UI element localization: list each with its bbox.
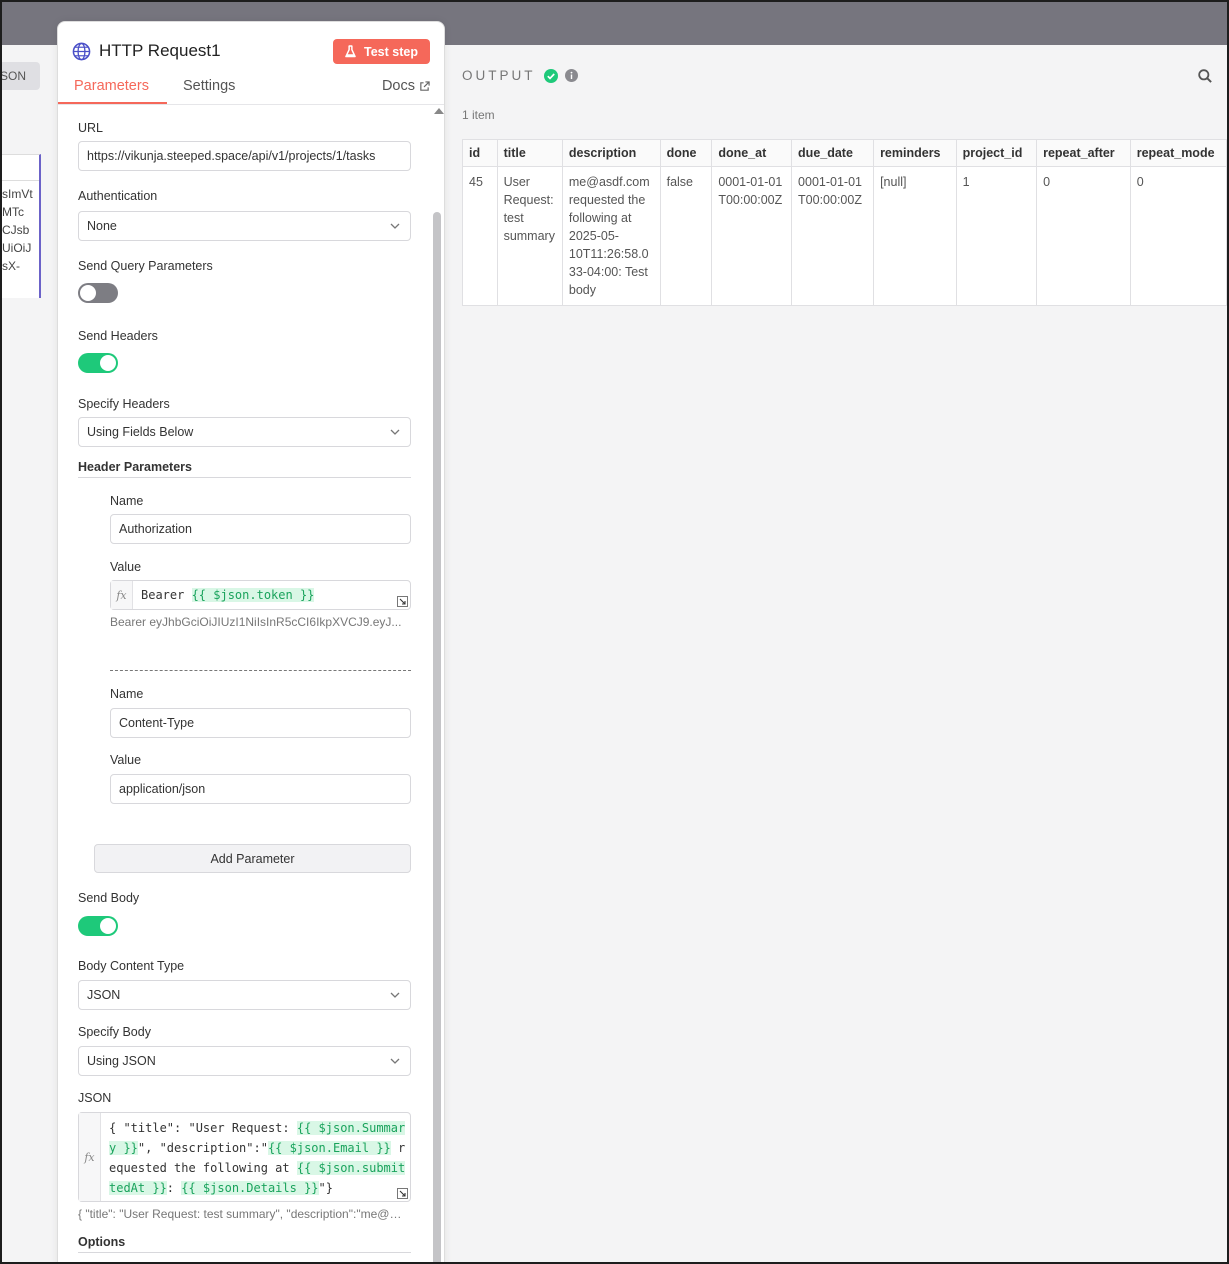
- table-row: 45 User Request: test summary me@asdf.co…: [462, 166, 1227, 306]
- input-table-header: [2, 155, 39, 181]
- test-step-button[interactable]: Test step: [333, 39, 430, 64]
- send-query-toggle[interactable]: [78, 283, 118, 303]
- tabs-divider: [58, 104, 444, 105]
- send-query-label: Send Query Parameters: [78, 259, 213, 273]
- node-title[interactable]: HTTP Request1: [99, 41, 221, 61]
- json-body-code: { "title": "User Request: {{ $json.Summa…: [109, 1121, 406, 1195]
- header-value-label: Value: [110, 753, 142, 767]
- json-body-expression[interactable]: fx { "title": "User Request: {{ $json.Su…: [78, 1112, 411, 1202]
- expand-icon[interactable]: [397, 1188, 408, 1199]
- table-cell: 1: [955, 166, 1038, 306]
- output-item-count: 1 item: [462, 108, 495, 122]
- tab-parameters[interactable]: Parameters: [74, 78, 149, 94]
- send-body-toggle[interactable]: [78, 916, 118, 936]
- header-value-input[interactable]: application/json: [110, 774, 411, 804]
- flask-icon: [345, 45, 356, 58]
- external-link-icon: [420, 80, 430, 91]
- body-content-type-select[interactable]: JSON: [78, 980, 411, 1010]
- column-header: project_id: [955, 139, 1038, 167]
- options-divider: [78, 1252, 411, 1253]
- authentication-label: Authentication: [78, 189, 158, 203]
- info-icon[interactable]: [564, 69, 578, 82]
- header-name-input[interactable]: Authorization: [110, 514, 411, 544]
- add-parameter-button[interactable]: Add Parameter: [94, 844, 411, 873]
- header-value-label: Value: [110, 560, 142, 574]
- header-parameters-divider: [78, 477, 411, 478]
- tab-settings[interactable]: Settings: [183, 78, 235, 94]
- column-header: due_date: [791, 139, 875, 167]
- success-check-icon: [543, 68, 558, 83]
- column-header: done_at: [711, 139, 793, 167]
- toggle-knob: [80, 285, 96, 301]
- table-cell: false: [659, 166, 713, 306]
- header-name-label: Name: [110, 687, 144, 701]
- json-body-preview: { "title": "User Request: test summary",…: [78, 1207, 408, 1221]
- body-content-type-label: Body Content Type: [78, 959, 185, 973]
- header-separator: [110, 670, 411, 671]
- table-header-row: id title description done done_at due_da…: [462, 139, 1227, 167]
- column-header: done: [659, 139, 713, 167]
- node-tabs: Parameters Settings Docs: [58, 78, 444, 104]
- chevron-down-icon: [390, 223, 400, 229]
- output-header: OUTPUT: [462, 68, 578, 83]
- header-name-input[interactable]: Content-Type: [110, 708, 411, 738]
- send-body-label: Send Body: [78, 891, 140, 905]
- table-cell: User Request: test summary: [496, 166, 563, 306]
- table-cell: 0001-01-01T00:00:00Z: [791, 166, 875, 306]
- scroll-up-arrow[interactable]: [434, 108, 444, 114]
- table-cell: 0001-01-01T00:00:00Z: [711, 166, 793, 306]
- specify-body-select[interactable]: Using JSON: [78, 1046, 411, 1076]
- header-name-label: Name: [110, 494, 144, 508]
- node-header: HTTP Request1: [72, 41, 221, 61]
- toggle-knob: [100, 918, 116, 934]
- app-frame: SON sImVt MTc CJsb UiOiJ sX- HTTP Reques…: [0, 0, 1229, 1264]
- options-label: Options: [78, 1235, 126, 1249]
- column-header: title: [496, 139, 563, 167]
- column-header: repeat_mode: [1129, 139, 1227, 167]
- chevron-down-icon: [390, 1058, 400, 1064]
- table-cell: 0: [1129, 166, 1227, 306]
- scroll-thumb[interactable]: [433, 212, 441, 1262]
- column-header: description: [561, 139, 661, 167]
- globe-icon: [72, 42, 91, 60]
- column-header: repeat_after: [1036, 139, 1131, 167]
- column-header: id: [462, 139, 498, 167]
- output-table: id title description done done_at due_da…: [462, 139, 1227, 306]
- table-cell: me@asdf.com requested the following at 2…: [561, 166, 661, 306]
- table-cell: 45: [462, 166, 498, 306]
- json-label: JSON: [78, 1091, 112, 1105]
- url-input[interactable]: https://vikunja.steeped.space/api/v1/pro…: [78, 141, 411, 171]
- panel-scrollbar[interactable]: [432, 108, 444, 1262]
- column-header: reminders: [873, 139, 957, 167]
- header-value-preview: Bearer eyJhbGciOiJIUzI1NiIsInR5cCI6IkpXV…: [110, 615, 402, 629]
- authentication-select[interactable]: None: [78, 211, 411, 241]
- header-value-code: Bearer {{ $json.token }}: [141, 588, 315, 602]
- toggle-knob: [100, 355, 116, 371]
- url-label: URL: [78, 121, 104, 135]
- specify-body-label: Specify Body: [78, 1025, 151, 1039]
- input-json-tab[interactable]: SON: [2, 62, 40, 90]
- chevron-down-icon: [390, 429, 400, 435]
- fx-icon: fx: [111, 581, 133, 609]
- send-headers-toggle[interactable]: [78, 353, 118, 373]
- chevron-down-icon: [390, 992, 400, 998]
- docs-link[interactable]: Docs: [382, 78, 430, 94]
- specify-headers-select[interactable]: Using Fields Below: [78, 417, 411, 447]
- header-value-expression[interactable]: fx Bearer {{ $json.token }}: [110, 580, 411, 610]
- table-cell: [null]: [873, 166, 957, 306]
- search-icon[interactable]: [1198, 69, 1212, 83]
- specify-headers-label: Specify Headers: [78, 397, 170, 411]
- input-data-text: sImVt MTc CJsb UiOiJ sX-: [2, 187, 33, 273]
- node-parameters-panel: HTTP Request1 Test step Parameters Setti…: [57, 21, 445, 1262]
- fx-icon: fx: [79, 1113, 101, 1201]
- send-headers-label: Send Headers: [78, 329, 158, 343]
- expand-icon[interactable]: [397, 596, 408, 607]
- input-data-preview: sImVt MTc CJsb UiOiJ sX-: [2, 154, 41, 298]
- header-parameters-label: Header Parameters: [78, 460, 192, 474]
- table-cell: 0: [1036, 166, 1131, 306]
